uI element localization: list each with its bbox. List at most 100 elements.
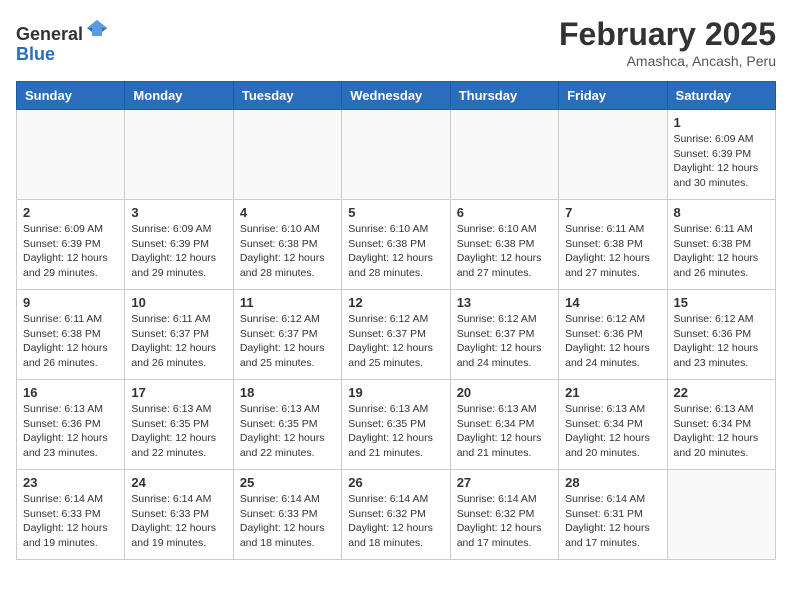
day-number: 16: [23, 385, 118, 400]
calendar-day-header: Saturday: [667, 82, 775, 110]
day-info: Sunrise: 6:12 AM Sunset: 6:37 PM Dayligh…: [240, 312, 335, 371]
day-number: 20: [457, 385, 552, 400]
calendar-day-header: Monday: [125, 82, 233, 110]
calendar-day-header: Tuesday: [233, 82, 341, 110]
location-subtitle: Amashca, Ancash, Peru: [559, 53, 776, 69]
day-info: Sunrise: 6:10 AM Sunset: 6:38 PM Dayligh…: [457, 222, 552, 281]
day-info: Sunrise: 6:13 AM Sunset: 6:35 PM Dayligh…: [348, 402, 443, 461]
day-number: 17: [131, 385, 226, 400]
calendar-day-cell: 28 Sunrise: 6:14 AM Sunset: 6:31 PM Dayli…: [559, 470, 667, 560]
calendar-day-cell: 15 Sunrise: 6:12 AM Sunset: 6:36 PM Dayli…: [667, 290, 775, 380]
day-number: 15: [674, 295, 769, 310]
day-number: 10: [131, 295, 226, 310]
calendar-day-header: Thursday: [450, 82, 558, 110]
calendar-day-cell: [559, 110, 667, 200]
day-info: Sunrise: 6:11 AM Sunset: 6:38 PM Dayligh…: [23, 312, 118, 371]
day-info: Sunrise: 6:13 AM Sunset: 6:35 PM Dayligh…: [131, 402, 226, 461]
day-info: Sunrise: 6:14 AM Sunset: 6:33 PM Dayligh…: [240, 492, 335, 551]
calendar-day-cell: 13 Sunrise: 6:12 AM Sunset: 6:37 PM Dayli…: [450, 290, 558, 380]
day-number: 5: [348, 205, 443, 220]
calendar-week-row: 23 Sunrise: 6:14 AM Sunset: 6:33 PM Dayli…: [17, 470, 776, 560]
calendar-day-cell: 9 Sunrise: 6:11 AM Sunset: 6:38 PM Daylig…: [17, 290, 125, 380]
calendar-day-cell: [342, 110, 450, 200]
day-number: 7: [565, 205, 660, 220]
calendar-day-cell: 22 Sunrise: 6:13 AM Sunset: 6:34 PM Dayli…: [667, 380, 775, 470]
calendar-day-cell: 10 Sunrise: 6:11 AM Sunset: 6:37 PM Dayli…: [125, 290, 233, 380]
day-info: Sunrise: 6:13 AM Sunset: 6:34 PM Dayligh…: [565, 402, 660, 461]
day-number: 25: [240, 475, 335, 490]
calendar-day-cell: 19 Sunrise: 6:13 AM Sunset: 6:35 PM Dayli…: [342, 380, 450, 470]
logo-icon: [85, 16, 109, 40]
day-info: Sunrise: 6:13 AM Sunset: 6:34 PM Dayligh…: [674, 402, 769, 461]
calendar-week-row: 2 Sunrise: 6:09 AM Sunset: 6:39 PM Daylig…: [17, 200, 776, 290]
calendar-day-cell: 26 Sunrise: 6:14 AM Sunset: 6:32 PM Dayli…: [342, 470, 450, 560]
day-number: 1: [674, 115, 769, 130]
calendar-day-cell: 5Sunrise: 6:10 AM Sunset: 6:38 PM Daylig…: [342, 200, 450, 290]
day-number: 28: [565, 475, 660, 490]
month-title: February 2025: [559, 16, 776, 53]
day-info: Sunrise: 6:11 AM Sunset: 6:38 PM Dayligh…: [674, 222, 769, 281]
page-header: General Blue February 2025 Amashca, Anca…: [16, 16, 776, 69]
day-info: Sunrise: 6:09 AM Sunset: 6:39 PM Dayligh…: [674, 132, 769, 191]
calendar-day-cell: 25 Sunrise: 6:14 AM Sunset: 6:33 PM Dayli…: [233, 470, 341, 560]
calendar-day-header: Friday: [559, 82, 667, 110]
calendar-day-cell: 3 Sunrise: 6:09 AM Sunset: 6:39 PM Daylig…: [125, 200, 233, 290]
calendar-day-cell: 4 Sunrise: 6:10 AM Sunset: 6:38 PM Daylig…: [233, 200, 341, 290]
day-info: Sunrise: 6:14 AM Sunset: 6:33 PM Dayligh…: [23, 492, 118, 551]
day-number: 18: [240, 385, 335, 400]
day-number: 11: [240, 295, 335, 310]
calendar-day-cell: 20Sunrise: 6:13 AM Sunset: 6:34 PM Dayli…: [450, 380, 558, 470]
calendar-table: SundayMondayTuesdayWednesdayThursdayFrid…: [16, 81, 776, 560]
calendar-day-cell: 1 Sunrise: 6:09 AM Sunset: 6:39 PM Daylig…: [667, 110, 775, 200]
day-info: Sunrise: 6:09 AM Sunset: 6:39 PM Dayligh…: [131, 222, 226, 281]
day-info: Sunrise: 6:12 AM Sunset: 6:36 PM Dayligh…: [674, 312, 769, 371]
day-number: 24: [131, 475, 226, 490]
day-number: 4: [240, 205, 335, 220]
calendar-header-row: SundayMondayTuesdayWednesdayThursdayFrid…: [17, 82, 776, 110]
calendar-day-cell: 21 Sunrise: 6:13 AM Sunset: 6:34 PM Dayli…: [559, 380, 667, 470]
day-number: 21: [565, 385, 660, 400]
day-number: 27: [457, 475, 552, 490]
logo-general: General: [16, 24, 83, 44]
calendar-week-row: 9 Sunrise: 6:11 AM Sunset: 6:38 PM Daylig…: [17, 290, 776, 380]
day-info: Sunrise: 6:10 AM Sunset: 6:38 PM Dayligh…: [240, 222, 335, 281]
calendar-week-row: 1 Sunrise: 6:09 AM Sunset: 6:39 PM Daylig…: [17, 110, 776, 200]
day-number: 3: [131, 205, 226, 220]
calendar-day-cell: 24 Sunrise: 6:14 AM Sunset: 6:33 PM Dayli…: [125, 470, 233, 560]
day-info: Sunrise: 6:14 AM Sunset: 6:31 PM Dayligh…: [565, 492, 660, 551]
day-info: Sunrise: 6:11 AM Sunset: 6:37 PM Dayligh…: [131, 312, 226, 371]
day-number: 19: [348, 385, 443, 400]
calendar-day-cell: 18 Sunrise: 6:13 AM Sunset: 6:35 PM Dayli…: [233, 380, 341, 470]
day-number: 22: [674, 385, 769, 400]
day-info: Sunrise: 6:12 AM Sunset: 6:37 PM Dayligh…: [457, 312, 552, 371]
day-number: 2: [23, 205, 118, 220]
calendar-day-cell: [125, 110, 233, 200]
day-info: Sunrise: 6:13 AM Sunset: 6:36 PM Dayligh…: [23, 402, 118, 461]
day-info: Sunrise: 6:14 AM Sunset: 6:32 PM Dayligh…: [348, 492, 443, 551]
calendar-day-cell: 11 Sunrise: 6:12 AM Sunset: 6:37 PM Dayli…: [233, 290, 341, 380]
day-info: Sunrise: 6:14 AM Sunset: 6:33 PM Dayligh…: [131, 492, 226, 551]
day-number: 12: [348, 295, 443, 310]
calendar-day-cell: 6 Sunrise: 6:10 AM Sunset: 6:38 PM Daylig…: [450, 200, 558, 290]
day-number: 9: [23, 295, 118, 310]
day-number: 8: [674, 205, 769, 220]
calendar-week-row: 16 Sunrise: 6:13 AM Sunset: 6:36 PM Dayli…: [17, 380, 776, 470]
day-info: Sunrise: 6:09 AM Sunset: 6:39 PM Dayligh…: [23, 222, 118, 281]
day-info: Sunrise: 6:11 AM Sunset: 6:38 PM Dayligh…: [565, 222, 660, 281]
calendar-day-cell: [17, 110, 125, 200]
calendar-day-cell: 14 Sunrise: 6:12 AM Sunset: 6:36 PM Dayli…: [559, 290, 667, 380]
day-number: 13: [457, 295, 552, 310]
day-number: 14: [565, 295, 660, 310]
calendar-body: 1 Sunrise: 6:09 AM Sunset: 6:39 PM Daylig…: [17, 110, 776, 560]
calendar-day-cell: 27 Sunrise: 6:14 AM Sunset: 6:32 PM Dayli…: [450, 470, 558, 560]
day-info: Sunrise: 6:12 AM Sunset: 6:37 PM Dayligh…: [348, 312, 443, 371]
logo-blue: Blue: [16, 44, 55, 64]
day-info: Sunrise: 6:14 AM Sunset: 6:32 PM Dayligh…: [457, 492, 552, 551]
day-number: 26: [348, 475, 443, 490]
logo: General Blue: [16, 16, 109, 65]
day-info: Sunrise: 6:13 AM Sunset: 6:35 PM Dayligh…: [240, 402, 335, 461]
day-info: Sunrise: 6:12 AM Sunset: 6:36 PM Dayligh…: [565, 312, 660, 371]
calendar-day-header: Sunday: [17, 82, 125, 110]
day-number: 6: [457, 205, 552, 220]
day-number: 23: [23, 475, 118, 490]
